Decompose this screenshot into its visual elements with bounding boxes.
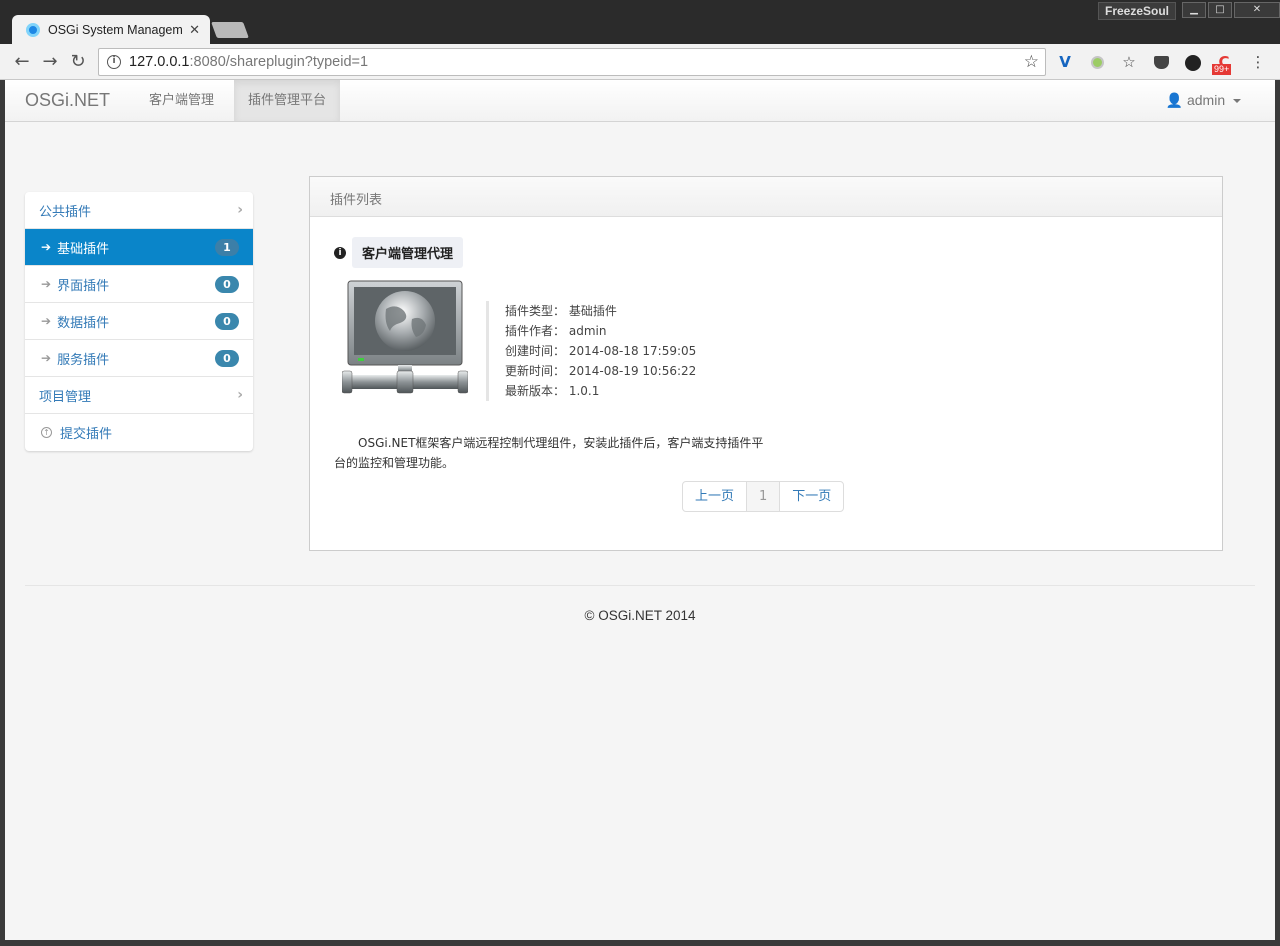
plugin-monitor-globe-image bbox=[342, 280, 468, 394]
upload-icon: ↑ bbox=[41, 427, 52, 438]
meta-row-author: 插件作者： admin bbox=[505, 324, 607, 338]
arrow-right-icon: ➔ bbox=[41, 277, 52, 291]
github-extension-icon[interactable] bbox=[1183, 52, 1203, 72]
sidebar: 公共插件 › ➔ 基础插件 1 ➔ 界面插件 0 ➔ 数据插件 0 ➔ 服务插件… bbox=[25, 192, 253, 451]
browser-titlebar: OSGi System Managem ✕ FreezeSoul ▁ □ ✕ bbox=[0, 0, 1280, 45]
tab-favicon-icon bbox=[26, 23, 40, 37]
minimize-icon[interactable]: ▁ bbox=[1182, 2, 1206, 18]
arrow-right-icon: ➔ bbox=[41, 351, 52, 365]
nav-client-management[interactable]: 客户端管理 bbox=[135, 80, 228, 121]
info-icon: i bbox=[334, 246, 346, 259]
sidebar-item-label: 提交插件 bbox=[60, 427, 113, 442]
tab-title: OSGi System Managem bbox=[48, 23, 183, 37]
site-info-icon[interactable]: i bbox=[107, 55, 121, 69]
chevron-right-icon: › bbox=[237, 202, 243, 218]
plugin-header: i 客户端管理代理 bbox=[334, 237, 464, 268]
count-badge: 0 bbox=[215, 312, 239, 330]
current-page: 1 bbox=[747, 482, 781, 511]
caret-down-icon bbox=[1233, 99, 1241, 104]
url-host: 127.0.0.1 bbox=[129, 54, 190, 70]
sidebar-item-label: 公共插件 bbox=[39, 204, 92, 220]
user-menu[interactable]: 👤 admin bbox=[1166, 92, 1241, 109]
pagination: 上一页 1 下一页 bbox=[682, 481, 845, 512]
address-bar[interactable]: i 127.0.0.1:8080/shareplugin?typeid=1 ☆ bbox=[98, 48, 1046, 76]
star-extension-icon[interactable]: ☆ bbox=[1119, 52, 1139, 72]
maximize-icon[interactable]: □ bbox=[1208, 2, 1232, 18]
sidebar-item-data-plugins[interactable]: ➔ 数据插件 0 bbox=[25, 303, 253, 340]
extension-badge: 99+ bbox=[1212, 64, 1232, 75]
plugin-list-panel: 插件列表 i 客户端管理代理 插件类型： 基础插件 插件作者： admin 创建… bbox=[309, 176, 1223, 551]
sidebar-item-ui-plugins[interactable]: ➔ 界面插件 0 bbox=[25, 266, 253, 303]
vimium-extension-icon[interactable]: V bbox=[1055, 52, 1075, 72]
menu-dots-icon[interactable]: ⋮ bbox=[1248, 52, 1268, 72]
footer-divider bbox=[25, 585, 1255, 586]
sidebar-item-label: 界面插件 bbox=[57, 278, 110, 294]
sidebar-item-label: 服务插件 bbox=[57, 352, 110, 368]
sidebar-item-basic-plugins[interactable]: ➔ 基础插件 1 bbox=[25, 229, 253, 266]
meta-row-created: 创建时间： 2014-08-18 17:59:05 bbox=[505, 344, 697, 358]
panel-heading: 插件列表 bbox=[310, 177, 1222, 217]
prev-page-button[interactable]: 上一页 bbox=[683, 482, 748, 511]
pocket-extension-icon[interactable] bbox=[1151, 52, 1171, 72]
plugin-title[interactable]: 客户端管理代理 bbox=[352, 237, 464, 268]
bookmark-star-icon[interactable]: ☆ bbox=[1024, 52, 1039, 72]
browser-toolbar: ← → ↻ i 127.0.0.1:8080/shareplugin?typei… bbox=[0, 44, 1280, 80]
sidebar-item-service-plugins[interactable]: ➔ 服务插件 0 bbox=[25, 340, 253, 377]
back-arrow-icon[interactable]: ← bbox=[10, 50, 34, 74]
chevron-right-icon: › bbox=[237, 387, 243, 403]
arrow-right-icon: ➔ bbox=[41, 314, 52, 328]
meta-row-version: 最新版本： 1.0.1 bbox=[505, 384, 600, 398]
sidebar-item-submit-plugin[interactable]: ↑ 提交插件 bbox=[25, 414, 253, 451]
green-dot-extension-icon[interactable] bbox=[1087, 52, 1107, 72]
sidebar-item-label: 数据插件 bbox=[57, 315, 110, 331]
reload-icon[interactable]: ↻ bbox=[66, 50, 90, 74]
next-page-button[interactable]: 下一页 bbox=[780, 482, 843, 511]
page: OSGi.NET 客户端管理 插件管理平台 👤 admin 公共插件 › ➔ 基… bbox=[5, 80, 1275, 940]
nav-plugin-platform[interactable]: 插件管理平台 bbox=[234, 80, 341, 121]
user-name: admin bbox=[1186, 92, 1226, 108]
new-tab-button[interactable] bbox=[211, 22, 249, 38]
footer-copyright: © OSGi.NET 2014 bbox=[584, 608, 696, 623]
meta-row-updated: 更新时间： 2014-08-19 10:56:22 bbox=[505, 364, 697, 378]
count-badge: 0 bbox=[215, 349, 239, 367]
top-navbar: OSGi.NET 客户端管理 插件管理平台 👤 admin bbox=[5, 80, 1275, 122]
count-badge: 0 bbox=[215, 275, 239, 293]
sidebar-item-project-management[interactable]: 项目管理 › bbox=[25, 377, 253, 414]
plugin-meta: 插件类型： 基础插件 插件作者： admin 创建时间： 2014-08-18 … bbox=[486, 301, 696, 401]
meta-row-type: 插件类型： 基础插件 bbox=[505, 304, 617, 318]
window-controls: ▁ □ ✕ bbox=[1182, 2, 1280, 18]
plugin-description: OSGi.NET框架客户端远程控制代理组件，安装此插件后，客户端支持插件平台的监… bbox=[334, 436, 764, 470]
browser-tab[interactable]: OSGi System Managem ✕ bbox=[12, 15, 210, 45]
url-path: :8080/shareplugin?typeid=1 bbox=[189, 54, 369, 70]
sidebar-item-label: 项目管理 bbox=[39, 389, 92, 405]
profile-button[interactable]: FreezeSoul bbox=[1098, 2, 1177, 20]
sidebar-item-public-plugins[interactable]: 公共插件 › bbox=[25, 192, 253, 229]
tab-close-icon[interactable]: ✕ bbox=[189, 23, 200, 38]
user-icon: 👤 bbox=[1165, 92, 1184, 108]
brand-logo[interactable]: OSGi.NET bbox=[25, 90, 110, 111]
count-badge: 1 bbox=[215, 238, 239, 256]
sidebar-item-label: 基础插件 bbox=[57, 241, 110, 257]
forward-arrow-icon[interactable]: → bbox=[38, 50, 62, 74]
arrow-right-icon: ➔ bbox=[41, 240, 52, 254]
window-close-icon[interactable]: ✕ bbox=[1234, 2, 1280, 18]
